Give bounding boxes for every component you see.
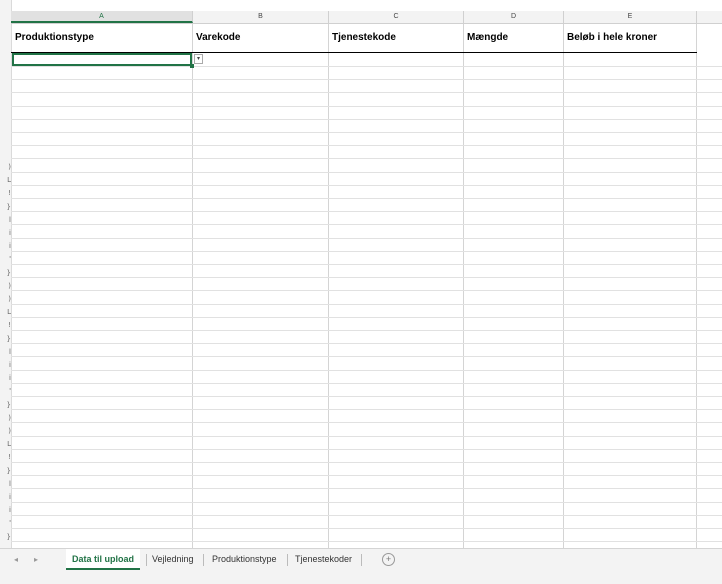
column-header-d[interactable]: D	[464, 11, 564, 23]
row-number-fragment[interactable]: l	[0, 480, 11, 488]
row-number-fragment[interactable]: )	[0, 295, 11, 303]
row-number-fragment[interactable]: i	[0, 229, 11, 237]
row-number-fragment[interactable]: )	[0, 414, 11, 422]
row-number-fragment[interactable]: )	[0, 163, 11, 171]
row-number-fragment[interactable]: !	[0, 453, 11, 461]
active-cell-a2[interactable]	[12, 53, 192, 66]
row-number-fragment[interactable]: }	[0, 203, 11, 211]
cell-grid[interactable]	[11, 24, 722, 548]
row-number-fragment[interactable]: }	[0, 335, 11, 343]
row-number-fragment[interactable]: }	[0, 467, 11, 475]
row-number-fragment[interactable]: '	[0, 255, 11, 263]
row-number-fragment[interactable]: i	[0, 493, 11, 501]
row-number-fragment[interactable]: !	[0, 321, 11, 329]
status-strip	[0, 570, 722, 584]
column-header-e[interactable]: E	[564, 11, 697, 23]
sheet-tab-bar: ◂ ▸ Data til upload Vejledning Produktio…	[0, 548, 722, 571]
prev-sheet-icon[interactable]: ◂	[14, 555, 18, 564]
row-number-fragment[interactable]: }	[0, 401, 11, 409]
add-sheet-icon[interactable]: +	[382, 553, 395, 566]
row-number-fragment[interactable]: l	[0, 348, 11, 356]
header-cell-varekode[interactable]: Varekode	[193, 24, 329, 52]
column-header-c[interactable]: C	[329, 11, 464, 23]
row-number-fragment[interactable]: i	[0, 361, 11, 369]
row-number-fragment[interactable]: l	[0, 216, 11, 224]
row-number-fragment[interactable]: i	[0, 242, 11, 250]
row-number-fragment[interactable]: i	[0, 374, 11, 382]
tab-vejledning[interactable]: Vejledning	[146, 549, 200, 570]
header-cell-produktionstype[interactable]: Produktionstype	[12, 24, 192, 52]
header-cell-tjenestekode[interactable]: Tjenestekode	[329, 24, 464, 52]
tab-data-til-upload[interactable]: Data til upload	[66, 549, 141, 570]
row-number-fragment[interactable]: }	[0, 269, 11, 277]
row-number-fragment[interactable]: )	[0, 427, 11, 435]
row-number-fragment[interactable]: }	[0, 533, 11, 541]
row-number-fragment[interactable]: '	[0, 519, 11, 527]
column-header-a[interactable]: A	[11, 11, 193, 23]
header-cell-beloeb[interactable]: Beløb i hele kroner	[564, 24, 697, 52]
dropdown-arrow-icon[interactable]: ▾	[194, 54, 203, 64]
tab-tjenestekoder[interactable]: Tjenestekoder	[289, 549, 358, 570]
header-cell-maengde[interactable]: Mængde	[464, 24, 564, 52]
row-number-fragment[interactable]: L	[0, 440, 11, 448]
spreadsheet-window: ) L!} l i i '})) L!} l i i '})) L!} l i i '} A B C D E …	[0, 0, 722, 584]
row-number-fragment[interactable]: L	[0, 308, 11, 316]
row-number-fragment[interactable]: '	[0, 387, 11, 395]
fill-handle[interactable]	[190, 64, 194, 68]
row-number-fragment[interactable]: i	[0, 506, 11, 514]
column-header-b[interactable]: B	[193, 11, 329, 23]
row-number-fragment[interactable]: L	[0, 176, 11, 184]
row-number-fragment[interactable]: !	[0, 189, 11, 197]
column-header-row: A B C D E	[11, 11, 722, 24]
next-sheet-icon[interactable]: ▸	[34, 555, 38, 564]
row-number-fragment[interactable]: )	[0, 282, 11, 290]
tab-produktionstype[interactable]: Produktionstype	[206, 549, 283, 570]
